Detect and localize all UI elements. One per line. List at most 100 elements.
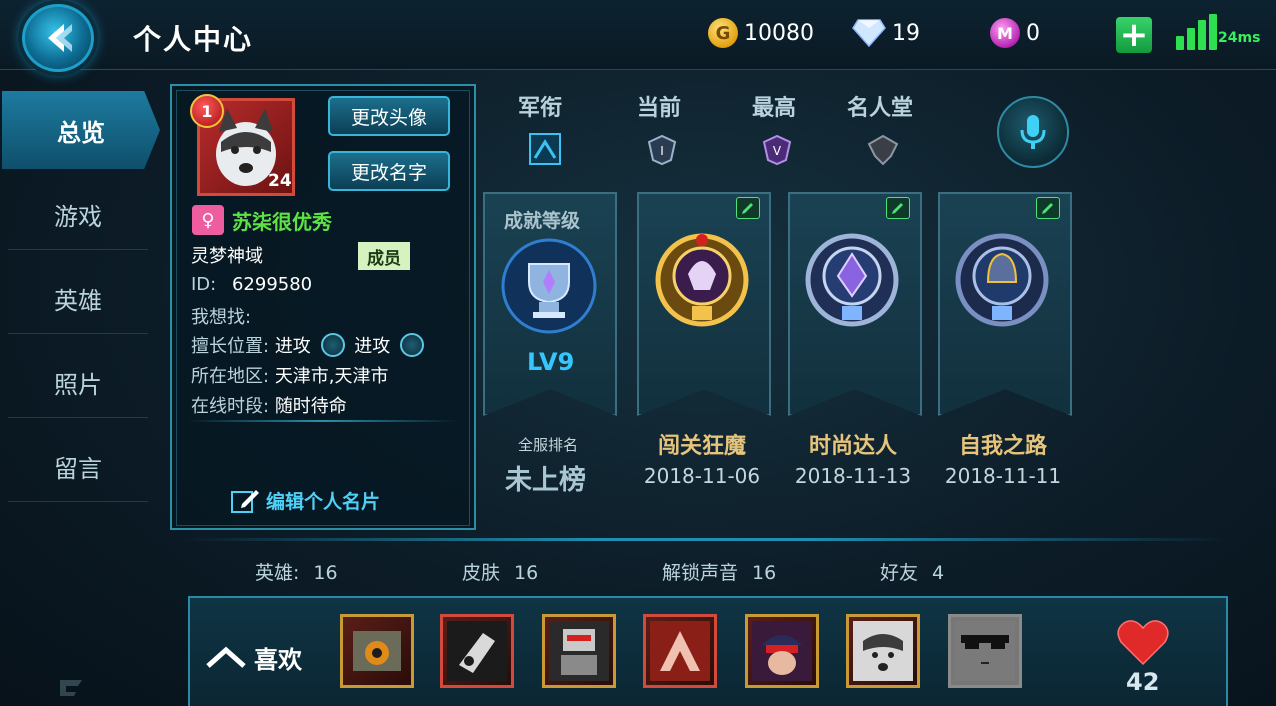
gem-amount: 0 [1026, 20, 1040, 46]
sidebar-item-heroes[interactable]: 英雄 [8, 264, 148, 334]
achievement-date-1: 2018-11-06 [643, 464, 761, 488]
stat-heroes: 英雄: 16 [255, 558, 338, 585]
edit-card-button[interactable]: 编辑个人名片 [230, 486, 380, 514]
svg-text:I: I [660, 144, 664, 158]
edit-achievement-icon[interactable] [736, 197, 760, 219]
diamond-icon [852, 19, 886, 48]
looking-for-label: 我想找: [191, 307, 252, 328]
sidebar-item-label: 游戏 [54, 203, 102, 231]
server-rank-value: 未上榜 [505, 465, 586, 496]
liker-avatar[interactable] [340, 614, 414, 688]
achievement-date-2: 2018-11-13 [794, 464, 912, 488]
achievement-name-1: 闯关狂魔 [657, 434, 746, 459]
sidebar-item-messages[interactable]: 留言 [8, 432, 148, 502]
region-value: 天津市,天津市 [274, 366, 389, 387]
stat-heroes-value: 16 [313, 562, 338, 584]
rank-header-current: 当前 [637, 96, 682, 121]
trophy-icon [501, 238, 597, 334]
avatar-level: 24 [268, 171, 292, 191]
like-count: 42 [1126, 668, 1160, 696]
position-value-1: 进攻 [274, 336, 311, 357]
stat-friends: 好友 4 [880, 558, 944, 585]
stat-friends-label: 好友 [880, 562, 919, 584]
change-avatar-button[interactable]: 更改头像 [328, 96, 450, 136]
rank-header-title: 军衔 [518, 96, 563, 121]
gender-icon: ♀ [192, 205, 224, 235]
position-label: 擅长位置: [191, 336, 270, 357]
liker-avatar[interactable] [846, 614, 920, 688]
recharge-plus-button[interactable]: + [1116, 17, 1152, 53]
online-label: 在线时段: [191, 396, 270, 417]
sidebar-item-label: 留言 [54, 455, 102, 483]
rank-header-hall-of-fame: 名人堂 [847, 96, 914, 121]
attack-role-icon [400, 333, 425, 357]
diamond-display: 19 [852, 18, 920, 48]
silver-achievement-badge-icon [805, 233, 899, 327]
panel-divider [180, 538, 1230, 541]
rank-header-highest: 最高 [752, 96, 797, 121]
gold-display: G 10080 [708, 18, 814, 48]
liker-avatar[interactable] [745, 614, 819, 688]
card-divider [186, 420, 458, 422]
sidebar-item-overview[interactable]: 总览 [2, 91, 160, 169]
id-value: 6299580 [231, 274, 313, 295]
sunglasses-avatar-icon [955, 621, 1015, 681]
chevron-up-icon [206, 646, 246, 668]
edit-achievement-icon[interactable] [886, 197, 910, 219]
achievement-name-3: 自我之路 [958, 434, 1047, 459]
liker-avatar[interactable] [643, 614, 717, 688]
guild-role-badge: 成员 [358, 242, 410, 270]
game-logo-icon [60, 680, 82, 696]
guild-name: 灵梦神域 [191, 246, 263, 267]
diamond-amount: 19 [892, 20, 920, 46]
purple-gem-icon: M [990, 18, 1020, 48]
sidebar-item-label: 照片 [54, 371, 102, 399]
voice-button[interactable] [997, 96, 1069, 168]
signal-strength-icon [1176, 14, 1217, 50]
region-label: 所在地区: [191, 366, 270, 387]
achievement-date-3: 2018-11-11 [944, 464, 1062, 488]
player-level-badge: 1 [190, 94, 224, 128]
page-title: 个人中心 [133, 23, 254, 56]
liker-avatar[interactable] [542, 614, 616, 688]
stat-voices: 解锁声音 16 [662, 558, 776, 585]
edit-card-label: 编辑个人名片 [266, 490, 381, 513]
mech-hero-avatar-icon [549, 621, 609, 681]
stat-skins-value: 16 [514, 562, 539, 584]
sidebar-item-photos[interactable]: 照片 [8, 348, 148, 418]
online-value: 随时待命 [274, 396, 347, 417]
robot-hero-avatar-icon [353, 631, 401, 671]
pilot-hero-avatar-icon [752, 621, 812, 681]
online-row: 在线时段: 随时待命 [191, 392, 347, 418]
gold-amount: 10080 [744, 20, 814, 46]
edit-achievement-icon[interactable] [1036, 197, 1060, 219]
back-button[interactable] [22, 4, 94, 72]
achievement-level-value: LV9 [527, 348, 575, 376]
sidebar-item-games[interactable]: 游戏 [8, 180, 148, 250]
hall-of-fame-icon[interactable] [866, 132, 900, 166]
id-label: ID: [191, 274, 217, 295]
stat-friends-value: 4 [932, 562, 945, 584]
microphone-icon [1020, 115, 1046, 149]
highest-rank-icon[interactable]: V [760, 132, 794, 166]
change-name-button[interactable]: 更改名字 [328, 151, 450, 191]
likes-toggle-button[interactable]: 喜欢 [206, 640, 302, 675]
attack-role-icon [320, 333, 345, 357]
back-arrow-icon [48, 24, 72, 52]
heart-like-icon[interactable] [1116, 618, 1170, 666]
player-nickname: 苏柒很优秀 [232, 210, 332, 234]
emblem-hero-avatar-icon [650, 621, 710, 681]
edit-pencil-icon [231, 490, 259, 513]
gem-display: M 0 [990, 18, 1040, 48]
current-rank-icon[interactable]: I [645, 132, 679, 166]
likes-label: 喜欢 [254, 646, 302, 674]
liker-avatar[interactable] [948, 614, 1022, 688]
husky-avatar-icon [853, 621, 913, 681]
military-rank-icon[interactable] [528, 132, 562, 166]
gold-achievement-badge-icon [655, 233, 749, 327]
liker-avatar[interactable] [440, 614, 514, 688]
weapon-hero-avatar-icon [447, 621, 507, 681]
stat-skins: 皮肤 16 [462, 558, 538, 585]
stat-heroes-label: 英雄: [255, 562, 300, 584]
achievement-level-title: 成就等级 [504, 210, 581, 232]
